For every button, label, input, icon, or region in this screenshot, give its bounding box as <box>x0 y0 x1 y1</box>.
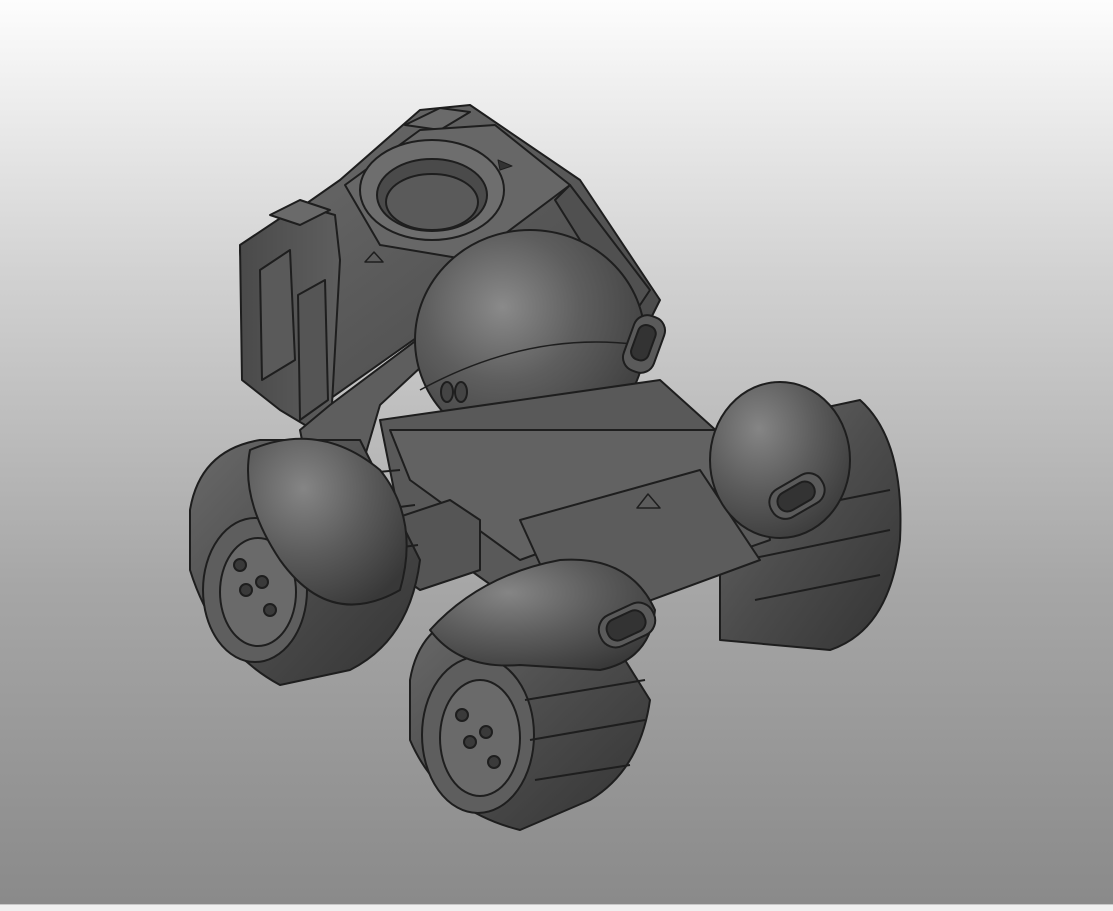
3d-viewport[interactable] <box>0 0 1113 904</box>
window-bottom-edge <box>0 904 1113 911</box>
right-rear-fender <box>709 381 851 539</box>
rover-robot-model[interactable] <box>0 0 1113 904</box>
